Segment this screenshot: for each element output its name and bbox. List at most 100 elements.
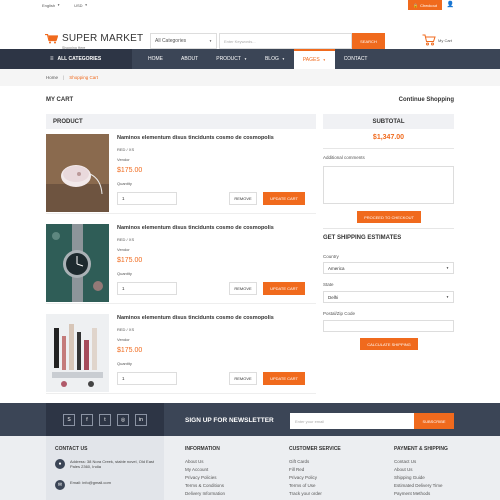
mail-icon: ✉ <box>55 480 65 490</box>
subtotal-header: SUBTOTAL <box>323 114 454 129</box>
checkout-button[interactable]: 🔒 Checkout <box>408 0 442 10</box>
cart-item: Naminos elementum disus tincidunts cosmo… <box>46 224 316 304</box>
product-name[interactable]: Naminos elementum disus tincidunts cosmo… <box>117 315 274 321</box>
remove-button[interactable]: REMOVE <box>229 192 257 205</box>
cart-item: Naminos elementum disus tincidunts cosmo… <box>46 314 316 394</box>
facebook-icon[interactable]: f <box>81 413 93 426</box>
currency-select[interactable]: USD ▼ <box>74 3 87 8</box>
my-cart-button[interactable]: My Cart <box>422 34 452 46</box>
divider <box>323 228 454 229</box>
state-label: State <box>323 282 334 287</box>
shopping-cart-icon <box>45 34 58 44</box>
product-price: $175.00 <box>117 167 143 174</box>
location-icon: ● <box>55 459 65 469</box>
update-cart-button[interactable]: UPDATE CART <box>263 192 305 205</box>
product-vendor: Vendor <box>117 337 130 342</box>
skype-icon[interactable]: S <box>63 413 75 426</box>
footer-link[interactable]: Track your order <box>289 490 341 498</box>
payment-title: PAYMENT & SHIPPING <box>394 446 448 452</box>
product-vendor: Vendor <box>117 247 130 252</box>
nav-blog[interactable]: BLOG ▼ <box>256 49 294 69</box>
newsletter-email-input[interactable]: Enter your email <box>290 413 414 429</box>
quantity-input[interactable]: 1 <box>117 192 177 205</box>
footer-link[interactable]: Terms & Conditions <box>185 482 225 490</box>
quantity-input[interactable]: 1 <box>117 372 177 385</box>
state-select[interactable]: Delhi ▼ <box>323 291 454 303</box>
footer-link[interactable]: About Us <box>394 466 448 474</box>
footer-link[interactable]: Privacy Policies <box>185 474 225 482</box>
quantity-label: Quantity <box>117 361 132 366</box>
product-image-cosmetics[interactable] <box>46 314 109 392</box>
search-input[interactable]: Enter Keywords... <box>219 33 352 49</box>
brand-name: SUPER MARKET <box>62 33 144 44</box>
footer-contact: CONTACT US ● Address: 38 Nora Creek, sta… <box>46 436 164 500</box>
quantity-input[interactable]: 1 <box>117 282 177 295</box>
footer-payment: PAYMENT & SHIPPING Contact Us About Us S… <box>394 446 448 498</box>
product-variant: RED / XS <box>117 237 135 242</box>
product-price: $175.00 <box>117 347 143 354</box>
nav-about[interactable]: ABOUT <box>172 49 207 69</box>
lock-icon: 🔒 <box>413 2 419 8</box>
continue-shopping-link[interactable]: Continue Shopping <box>399 97 454 103</box>
product-price: $175.00 <box>117 257 143 264</box>
cart-item: Naminos elementum disus tincidunts cosmo… <box>46 134 316 214</box>
product-image-watch[interactable] <box>46 224 109 302</box>
instagram-icon[interactable]: ◎ <box>117 413 129 426</box>
product-name[interactable]: Naminos elementum disus tincidunts cosmo… <box>117 225 274 231</box>
nav-contact[interactable]: CONTACT <box>335 49 377 69</box>
footer-link[interactable]: Delivery Information <box>185 490 225 498</box>
contact-email: ✉ Email: info@gmail.com <box>55 480 165 490</box>
all-categories-button[interactable]: ≡ ALL CATEGORIES <box>0 49 132 69</box>
footer-link[interactable]: Contact Us <box>394 458 448 466</box>
footer-link[interactable]: Estimated Delivery Time <box>394 482 448 490</box>
logo[interactable]: SUPER MARKET Shopping Here <box>45 34 143 50</box>
user-icon[interactable]: 👤 <box>447 1 454 8</box>
subtotal-value: $1,347.00 <box>372 134 405 141</box>
footer-link[interactable]: Shipping Guide <box>394 474 448 482</box>
remove-button[interactable]: REMOVE <box>229 372 257 385</box>
calculate-shipping-button[interactable]: CALCULATE SHIPPING <box>360 338 418 350</box>
proceed-to-checkout-button[interactable]: PROCEED TO CHECKOUT <box>357 211 421 223</box>
nav-pages[interactable]: PAGES ▼ <box>293 49 335 69</box>
footer-link[interactable]: Privacy Policy <box>289 474 341 482</box>
newsletter-bar: S f t ◎ in SIGN UP FOR NEWSLETTER Enter … <box>0 403 500 436</box>
chevron-down-icon: ▼ <box>322 58 326 62</box>
footer-link[interactable]: Terms of Use <box>289 482 341 490</box>
update-cart-button[interactable]: UPDATE CART <box>263 282 305 295</box>
remove-button[interactable]: REMOVE <box>229 282 257 295</box>
product-image-mouse[interactable] <box>46 134 109 212</box>
chevron-down-icon: ▼ <box>446 295 449 299</box>
breadcrumb-home[interactable]: Home <box>46 75 58 80</box>
comments-textarea[interactable] <box>323 166 454 204</box>
nav-home[interactable]: HOME <box>139 49 172 69</box>
product-name[interactable]: Naminos elementum disus tincidunts cosmo… <box>117 135 274 141</box>
subscribe-button[interactable]: SUBSCRIBE <box>414 413 454 429</box>
product-column-header: PRODUCT <box>46 114 316 129</box>
cart-icon <box>422 34 436 46</box>
footer-link[interactable]: Payment Methods <box>394 490 448 498</box>
linkedin-icon[interactable]: in <box>135 413 147 426</box>
chevron-down-icon: ▼ <box>243 57 247 61</box>
category-select[interactable]: All Categories ▼ <box>150 33 217 49</box>
footer-link[interactable]: Fill Red <box>289 466 341 474</box>
contact-address: ● Address: 38 Nora Creek, stable novel, … <box>55 459 165 469</box>
language-select[interactable]: English ▼ <box>42 3 60 8</box>
twitter-icon[interactable]: t <box>99 413 111 426</box>
country-select[interactable]: America ▼ <box>323 262 454 274</box>
update-cart-button[interactable]: UPDATE CART <box>263 372 305 385</box>
newsletter-title: SIGN UP FOR NEWSLETTER <box>185 417 274 424</box>
country-label: Country <box>323 254 339 259</box>
search-button[interactable]: SEARCH <box>352 33 385 49</box>
product-variant: RED / XS <box>117 147 135 152</box>
footer-link[interactable]: My Account <box>185 466 225 474</box>
comments-label: Additional comments <box>323 155 365 160</box>
nav-product[interactable]: PRODUCT ▼ <box>207 49 256 69</box>
zip-input[interactable] <box>323 320 454 332</box>
information-title: INFORMATION <box>185 446 220 452</box>
footer-link[interactable]: About Us <box>185 458 225 466</box>
header: SUPER MARKET Shopping Here All Categorie… <box>0 10 500 50</box>
breadcrumb: Home | Shopping Cart <box>0 69 500 86</box>
chevron-down-icon: ▼ <box>446 266 449 270</box>
product-variant: RED / XS <box>117 327 135 332</box>
footer-link[interactable]: Gift Cards <box>289 458 341 466</box>
